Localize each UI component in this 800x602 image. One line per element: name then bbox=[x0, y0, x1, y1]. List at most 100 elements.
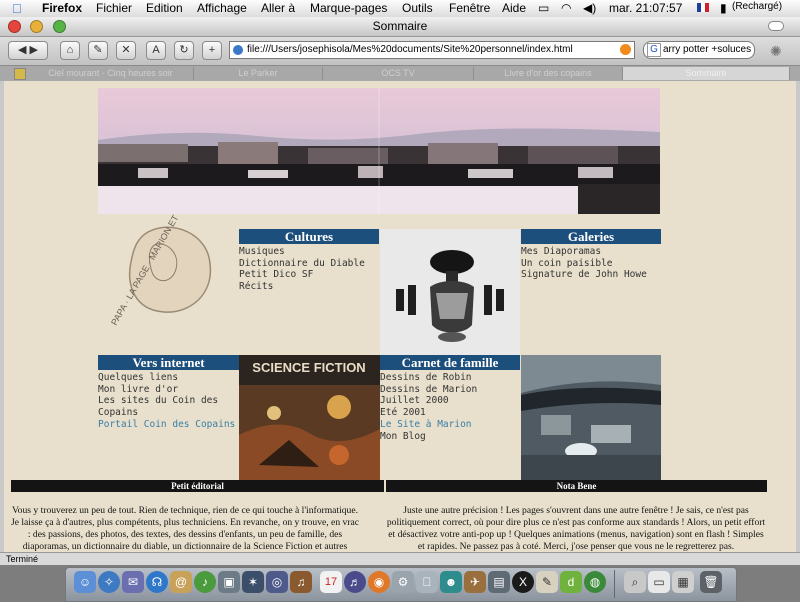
tab-overflow-icon[interactable] bbox=[14, 68, 26, 80]
battery-icon[interactable]: ▮ bbox=[720, 1, 727, 15]
menu-marque-pages[interactable]: Marque-pages bbox=[310, 1, 387, 15]
status-text: Terminé bbox=[6, 554, 39, 564]
dock: ☺ ✧ ✉ ☊ @ ♪ ▣ ✶ ◎ ♫ 17 ♬ ◉ ⚙  ☻ ✈ ▤ X ✎… bbox=[65, 567, 737, 602]
utility-icon[interactable]: ▤ bbox=[488, 571, 510, 593]
url-field[interactable]: file:///Users/josephisola/Mes%20document… bbox=[229, 41, 635, 59]
wifi-icon[interactable]: ◠ bbox=[561, 1, 571, 15]
flag-icon[interactable] bbox=[697, 1, 709, 15]
link-juillet-2000[interactable]: Juillet 2000 bbox=[380, 395, 520, 407]
link-signature-john-howe[interactable]: Signature de John Howe bbox=[521, 269, 661, 281]
window-title: Sommaire bbox=[372, 19, 428, 33]
science-fiction-cover-image: SCIENCE FICTION bbox=[239, 355, 380, 480]
window-icon[interactable]: ▦ bbox=[672, 571, 694, 593]
link-dessins-robin[interactable]: Dessins de Robin bbox=[380, 372, 520, 384]
link-site-marion[interactable]: Le Site à Marion bbox=[380, 419, 520, 431]
site-icon bbox=[233, 45, 243, 55]
link-musiques[interactable]: Musiques bbox=[239, 246, 379, 258]
link-livre-d-or[interactable]: Mon livre d'or bbox=[98, 384, 239, 396]
vers-internet-header: Vers internet bbox=[98, 355, 239, 370]
app-menu-firefox[interactable]: Firefox bbox=[42, 1, 82, 15]
clock[interactable]: mar. 21:07:57 bbox=[609, 1, 682, 15]
font-icon: A bbox=[152, 44, 160, 56]
edit-button[interactable]: ✎ bbox=[88, 41, 108, 60]
sf-cover-title: SCIENCE FICTION bbox=[252, 360, 365, 375]
link-sites-coin-copains[interactable]: Les sites du Coin des Copains bbox=[98, 395, 239, 418]
preview-icon[interactable]: ⌕ bbox=[624, 571, 646, 593]
nota-bene-text: Juste une autre précision ! Les pages s'… bbox=[386, 505, 766, 552]
new-tab-button[interactable]: + bbox=[202, 41, 222, 60]
menu-aide[interactable]: Aide bbox=[502, 1, 526, 15]
link-coin-paisible[interactable]: Un coin paisible bbox=[521, 258, 661, 270]
toolbar-toggle-button[interactable] bbox=[768, 21, 784, 31]
pencil-icon: ✎ bbox=[93, 44, 103, 56]
document-icon[interactable]: ▭ bbox=[648, 571, 670, 593]
menu-fenetre[interactable]: Fenêtre bbox=[449, 1, 490, 15]
forward-icon[interactable]: ▶ bbox=[30, 44, 38, 56]
tab-sommaire[interactable]: Sommaire bbox=[623, 67, 790, 80]
link-dessins-marion[interactable]: Dessins de Marion bbox=[380, 384, 520, 396]
safari-icon[interactable]: ✧ bbox=[98, 571, 120, 593]
menu-fichier[interactable]: Fichier bbox=[96, 1, 132, 15]
tab-ciel-mourant[interactable]: Ciel mourant - Cinq heures soir bbox=[28, 67, 194, 80]
tab-le-parker[interactable]: Le Parker bbox=[194, 67, 323, 80]
volume-icon[interactable]: ◀) bbox=[583, 1, 596, 15]
tab-ocs-tv[interactable]: OCS TV bbox=[323, 67, 474, 80]
link-mon-blog[interactable]: Mon Blog bbox=[380, 431, 520, 443]
ichat-icon[interactable]: ☊ bbox=[146, 571, 168, 593]
search-field[interactable]: Garry potter +soluces bbox=[643, 41, 755, 59]
menu-aller-a[interactable]: Aller à bbox=[261, 1, 295, 15]
rss-icon[interactable] bbox=[620, 44, 631, 55]
itunes-icon[interactable]: ♪ bbox=[194, 571, 216, 593]
iphoto-icon[interactable]: ▣ bbox=[218, 571, 240, 593]
status-bar: Terminé bbox=[0, 552, 800, 565]
tab-livre-d-or[interactable]: Livre d'or des copains bbox=[474, 67, 623, 80]
garageband-icon[interactable]: ♫ bbox=[290, 571, 312, 593]
stop-button[interactable]: ✕ bbox=[116, 41, 136, 60]
imovie-icon[interactable]: ✶ bbox=[242, 571, 264, 593]
link-recits[interactable]: Récits bbox=[239, 281, 379, 293]
nota-bene-header: Nota Bene bbox=[386, 480, 767, 492]
link-petit-dico-sf[interactable]: Petit Dico SF bbox=[239, 269, 379, 281]
url-text[interactable]: file:///Users/josephisola/Mes%20document… bbox=[247, 44, 573, 55]
dock-separator bbox=[614, 570, 615, 598]
cultures-list: Musiques Dictionnaire du Diable Petit Di… bbox=[239, 246, 379, 293]
idvd-icon[interactable]: ◎ bbox=[266, 571, 288, 593]
firefox-icon[interactable]: ◉ bbox=[368, 571, 390, 593]
dreamweaver-icon[interactable]: d bbox=[560, 571, 582, 593]
alien-figure-image bbox=[380, 229, 520, 355]
terminal-icon[interactable]: ☻ bbox=[440, 571, 462, 593]
photo-app-icon[interactable]: ✈ bbox=[464, 571, 486, 593]
back-forward-buttons[interactable]: ◀ ▶ bbox=[8, 41, 48, 60]
system-prefs-icon[interactable]: ⚙ bbox=[392, 571, 414, 593]
page-content: PAPA · LA PAGE · MARION ET Cultures Musi… bbox=[4, 81, 796, 552]
ical-icon[interactable]: 17 bbox=[320, 571, 342, 593]
stop-icon: ✕ bbox=[121, 44, 131, 56]
link-quelques-liens[interactable]: Quelques liens bbox=[98, 372, 239, 384]
menu-affichage[interactable]: Affichage bbox=[197, 1, 247, 15]
link-portail-coin-copains[interactable]: Portail Coin des Copains bbox=[98, 419, 239, 431]
textedit-icon[interactable]: ✎ bbox=[536, 571, 558, 593]
network-icon[interactable]: ◍ bbox=[584, 571, 606, 593]
finder-icon[interactable]: ☺ bbox=[74, 571, 96, 593]
text-size-button[interactable]: A bbox=[146, 41, 166, 60]
home-button[interactable]: ⌂ bbox=[60, 41, 80, 60]
mail-stamp-icon[interactable]: ✉ bbox=[122, 571, 144, 593]
back-icon[interactable]: ◀ bbox=[18, 44, 26, 56]
link-mes-diaporamas[interactable]: Mes Diaporamas bbox=[521, 246, 661, 258]
search-text[interactable]: arry potter +soluces bbox=[663, 44, 751, 55]
x11-icon[interactable]: X bbox=[512, 571, 534, 593]
itunes-music-icon[interactable]: ♬ bbox=[344, 571, 366, 593]
link-dictionnaire-diable[interactable]: Dictionnaire du Diable bbox=[239, 258, 379, 270]
apple-menu-icon[interactable]:  bbox=[12, 1, 22, 16]
menu-edition[interactable]: Edition bbox=[146, 1, 183, 15]
google-icon[interactable]: G bbox=[647, 43, 661, 57]
city-banner-image bbox=[98, 88, 660, 214]
link-ete-2001[interactable]: Eté 2001 bbox=[380, 407, 520, 419]
address-book-icon[interactable]: @ bbox=[170, 571, 192, 593]
trash-icon[interactable]: 🗑 bbox=[700, 571, 722, 593]
reload-button[interactable]: ↻ bbox=[174, 41, 194, 60]
display-icon[interactable]: ▭ bbox=[538, 1, 549, 15]
carnet-famille-list: Dessins de Robin Dessins de Marion Juill… bbox=[380, 372, 520, 442]
apple-icon[interactable]:  bbox=[416, 571, 438, 593]
menu-outils[interactable]: Outils bbox=[402, 1, 433, 15]
